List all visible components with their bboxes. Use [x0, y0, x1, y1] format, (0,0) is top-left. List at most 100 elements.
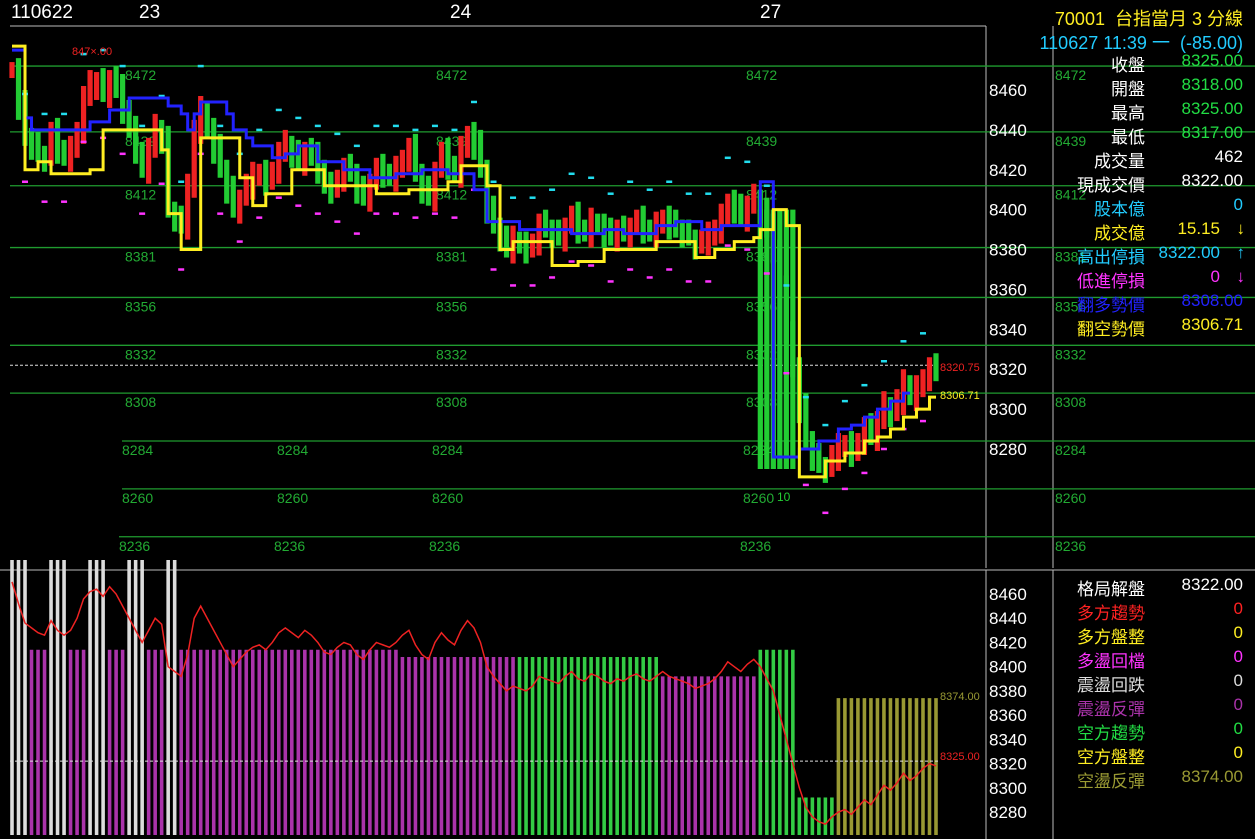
lower-y-tick-label: 8300 — [989, 779, 1027, 798]
level-label: 8332 — [125, 346, 156, 362]
level-label: 8236 — [1055, 538, 1086, 554]
level-label: 8236 — [429, 538, 460, 554]
level-label: 8260 — [1055, 490, 1086, 506]
y-tick-label: 8320 — [989, 360, 1027, 379]
panel-value: 8325.00 — [1181, 99, 1243, 118]
lower-y-tick-label: 8280 — [989, 803, 1027, 822]
y-tick-label: 8460 — [989, 81, 1027, 100]
panel-label: 多盪回檔 — [1077, 652, 1145, 671]
y-tick-label: 8340 — [989, 320, 1027, 339]
panel-value: 0 — [1233, 743, 1243, 762]
panel-label: 震盪反彈 — [1077, 700, 1145, 719]
candle-bars — [9, 58, 939, 483]
panel-label: 空方盤整 — [1077, 748, 1145, 767]
level-label: 8260 — [122, 490, 153, 506]
date-label-0: 110622 — [11, 2, 73, 23]
level-label: 8381 — [125, 249, 156, 265]
level-label: 8439 — [1055, 133, 1086, 149]
panel-value: 0 — [1233, 195, 1243, 214]
chart-title-text: 台指當月 3 分線 — [1114, 9, 1243, 29]
level-label: 8284 — [277, 442, 308, 458]
panel-value: 0 — [1233, 599, 1243, 618]
y-tick-label: 8300 — [989, 400, 1027, 419]
panel-value: 0 — [1233, 719, 1243, 738]
level-label: 8236 — [119, 538, 150, 554]
lower-y-tick-label: 8360 — [989, 706, 1027, 725]
arrow-up-icon: ↑ — [1236, 243, 1246, 262]
panel-label: 開盤 — [1111, 80, 1145, 99]
level-label: 8472 — [1055, 67, 1086, 83]
level-label: 8381 — [436, 249, 467, 265]
level-label: 8472 — [436, 67, 467, 83]
panel-value: 0 — [1233, 623, 1243, 642]
panel-label: 格局解盤 — [1077, 580, 1145, 599]
lower-bars — [10, 560, 940, 835]
level-label: 8236 — [274, 538, 305, 554]
panel-value: 0 — [1233, 647, 1243, 666]
panel-label: 空盪反彈 — [1077, 772, 1145, 791]
panel-value: 8318.00 — [1181, 75, 1243, 94]
y-tick-label: 8380 — [989, 241, 1027, 260]
high-marker: 847×.00 — [72, 46, 112, 58]
low-suffix-marker: 10 — [777, 490, 791, 504]
panel-value: 0 — [1210, 267, 1220, 286]
panel-label: 股本億 — [1094, 200, 1145, 219]
panel-value: 8325.00 — [1181, 51, 1243, 70]
panel-value: 0 — [1233, 695, 1243, 714]
price-chart: 8472 8472 8472 84728439 8439 8439 84398412 8412… — [0, 25, 1255, 839]
panel-value: 8317.00 — [1181, 123, 1243, 142]
lower-y-tick-label: 8440 — [989, 609, 1027, 628]
date-label-1: 23 — [139, 2, 161, 23]
panel-value: 15.15 — [1177, 219, 1220, 238]
level-label: 8472 — [125, 67, 156, 83]
level-label: 8260 — [432, 490, 463, 506]
level-label: 8332 — [436, 346, 467, 362]
level-label: 8260 — [277, 490, 308, 506]
panel-label: 收盤 — [1111, 56, 1145, 75]
current-marker: 8325.00 — [940, 751, 980, 763]
last-price-marker: 8320.75 — [940, 362, 980, 374]
panel-label: 震盪回跌 — [1077, 676, 1145, 695]
level-label: 8356 — [125, 298, 156, 314]
panel-value: 462 — [1214, 147, 1243, 166]
y-tick-label: 8420 — [989, 161, 1027, 180]
panel-value: 8322.00 — [1181, 575, 1243, 594]
lower-y-tick-label: 8420 — [989, 633, 1027, 652]
lower-y-tick-label: 8460 — [989, 585, 1027, 604]
level-label: 8284 — [122, 442, 153, 458]
level-labels: 8472 8472 8472 84728439 8439 8439 84398412 8412… — [119, 67, 1086, 554]
arrow-down-icon: ↓ — [1236, 267, 1246, 286]
lower-y-axis-ticks: 8460 8440 8420 8400 8380 8360 8340 8320 8300 8280 — [989, 585, 1027, 822]
arrow-down-icon: ↓ — [1236, 219, 1246, 238]
y-tick-label: 8400 — [989, 201, 1027, 220]
level-label: 8412 — [125, 187, 156, 203]
panel-value: 8308.00 — [1181, 291, 1243, 310]
lower-y-tick-label: 8340 — [989, 730, 1027, 749]
panel-label: 最高 — [1111, 104, 1145, 123]
upper-marker: 8374.00 — [940, 691, 980, 703]
level-label: 8308 — [436, 394, 467, 410]
level-label: 8439 — [746, 133, 777, 149]
panel-label: 多方趨勢 — [1077, 604, 1145, 623]
lower-y-tick-label: 8380 — [989, 682, 1027, 701]
panel-value: 0 — [1233, 671, 1243, 690]
panel-value: 8322.00 — [1181, 171, 1243, 190]
date-label-3: 27 — [760, 2, 782, 23]
panel-label: 低進停損 — [1077, 272, 1145, 291]
lower-y-tick-label: 8320 — [989, 755, 1027, 774]
level-label: 8284 — [432, 442, 463, 458]
turn-short-marker: 8306.71 — [940, 390, 980, 402]
panel-label: 多方盤整 — [1077, 628, 1145, 647]
panel-value: 8374.00 — [1181, 767, 1243, 786]
date-label-2: 24 — [450, 2, 472, 23]
level-label: 8472 — [746, 67, 777, 83]
timestamp: 110627 11:39 一 — [1039, 33, 1170, 53]
panel-value: 8306.71 — [1181, 315, 1243, 334]
price-change: (-85.00) — [1179, 33, 1243, 53]
y-tick-label: 8360 — [989, 280, 1027, 299]
level-label: 8308 — [125, 394, 156, 410]
panel-label: 高出停損 — [1077, 248, 1145, 267]
y-tick-label: 8280 — [989, 440, 1027, 459]
lower-y-tick-label: 8400 — [989, 658, 1027, 677]
panel-label: 成交量 — [1094, 152, 1145, 171]
